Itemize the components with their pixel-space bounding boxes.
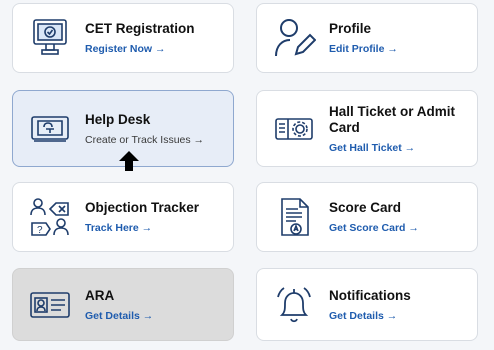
get-hall-ticket-link[interactable]: Get Hall Ticket →	[329, 142, 477, 154]
edit-profile-link[interactable]: Edit Profile →	[329, 43, 398, 55]
card-objection-tracker[interactable]: ? Objection Tracker Track Here →	[12, 182, 234, 252]
scorecard-document-icon	[271, 194, 317, 240]
pointer-arrow-icon	[119, 151, 139, 171]
card-title: Score Card	[329, 200, 402, 215]
register-now-link[interactable]: Register Now →	[85, 43, 195, 55]
user-edit-icon	[271, 15, 317, 61]
create-track-issues-link[interactable]: Create or Track Issues →	[85, 134, 204, 146]
svg-text:?: ?	[37, 225, 43, 236]
id-card-icon	[27, 282, 73, 328]
track-here-link[interactable]: Track Here →	[85, 222, 199, 234]
bell-icon	[271, 282, 317, 328]
card-title: Hall Ticket or Admit Card	[329, 103, 456, 135]
ticket-gear-icon	[271, 106, 317, 152]
notifications-get-details-link[interactable]: Get Details →	[329, 310, 411, 322]
card-title: CET Registration	[85, 21, 195, 36]
support-ticket-icon	[27, 106, 73, 152]
objection-users-icon: ?	[27, 194, 73, 240]
card-title: Help Desk	[85, 111, 151, 127]
card-ara[interactable]: ARA Get Details →	[12, 268, 234, 341]
card-title: ARA	[85, 287, 115, 303]
get-score-card-link[interactable]: Get Score Card →	[329, 222, 419, 234]
ara-get-details-link[interactable]: Get Details →	[85, 310, 153, 322]
card-title: Profile	[329, 21, 372, 36]
card-title: Notifications	[329, 287, 411, 303]
card-hall-ticket[interactable]: Hall Ticket or Admit Card Get Hall Ticke…	[256, 90, 478, 167]
card-profile[interactable]: Profile Edit Profile →	[256, 3, 478, 73]
card-title: Objection Tracker	[85, 200, 200, 215]
card-notifications[interactable]: Notifications Get Details →	[256, 268, 478, 341]
monitor-check-icon	[27, 15, 73, 61]
card-cet-registration[interactable]: CET Registration Register Now →	[12, 3, 234, 73]
card-score-card[interactable]: Score Card Get Score Card →	[256, 182, 478, 252]
